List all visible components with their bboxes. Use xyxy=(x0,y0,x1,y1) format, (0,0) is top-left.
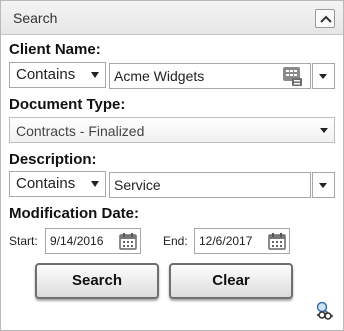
description-operator-select[interactable]: Contains xyxy=(9,171,106,197)
search-panel: Search Client Name: Contains Acme Widget… xyxy=(0,0,344,331)
end-date-label: End: xyxy=(163,234,188,248)
start-date-value: 9/14/2016 xyxy=(50,234,104,248)
document-type-select[interactable]: Contracts - Finalized xyxy=(9,117,335,143)
description-input[interactable]: Service xyxy=(109,172,311,198)
search-button-label: Search xyxy=(71,272,123,289)
lookup-grid-icon[interactable] xyxy=(282,66,304,87)
client-name-input[interactable]: Acme Widgets xyxy=(109,63,311,89)
end-date-input[interactable]: 12/6/2017 xyxy=(194,228,290,254)
client-name-label: Client Name: xyxy=(9,41,101,58)
end-date-value: 12/6/2017 xyxy=(199,234,253,248)
collapse-button[interactable] xyxy=(315,9,335,28)
document-type-label: Document Type: xyxy=(9,96,126,113)
start-date-input[interactable]: 9/14/2016 xyxy=(45,228,141,254)
document-type-value: Contracts - Finalized xyxy=(16,123,145,139)
client-name-operator-select[interactable]: Contains xyxy=(9,62,106,88)
chevron-down-icon xyxy=(91,181,99,187)
client-name-operator-value: Contains xyxy=(16,66,76,83)
chevron-down-icon xyxy=(319,74,327,79)
calendar-icon[interactable] xyxy=(118,232,138,251)
description-value: Service xyxy=(114,177,161,193)
client-name-dropdown-button[interactable] xyxy=(312,63,335,89)
description-dropdown-button[interactable] xyxy=(312,172,335,198)
calendar-icon[interactable] xyxy=(267,232,287,251)
chevron-down-icon xyxy=(319,183,327,188)
description-operator-value: Contains xyxy=(16,175,76,192)
panel-title: Search xyxy=(13,10,58,26)
search-button[interactable]: Search xyxy=(35,263,159,299)
chevron-down-icon xyxy=(91,72,99,78)
chevron-up-icon xyxy=(320,15,332,23)
search-settings-icon[interactable] xyxy=(314,301,334,321)
panel-header: Search xyxy=(1,1,343,35)
clear-button[interactable]: Clear xyxy=(169,263,293,299)
clear-button-label: Clear xyxy=(212,272,250,289)
start-date-label: Start: xyxy=(9,234,38,248)
description-label: Description: xyxy=(9,151,97,168)
chevron-down-icon xyxy=(320,128,328,133)
modification-date-label: Modification Date: xyxy=(9,205,139,222)
client-name-value: Acme Widgets xyxy=(114,68,205,84)
